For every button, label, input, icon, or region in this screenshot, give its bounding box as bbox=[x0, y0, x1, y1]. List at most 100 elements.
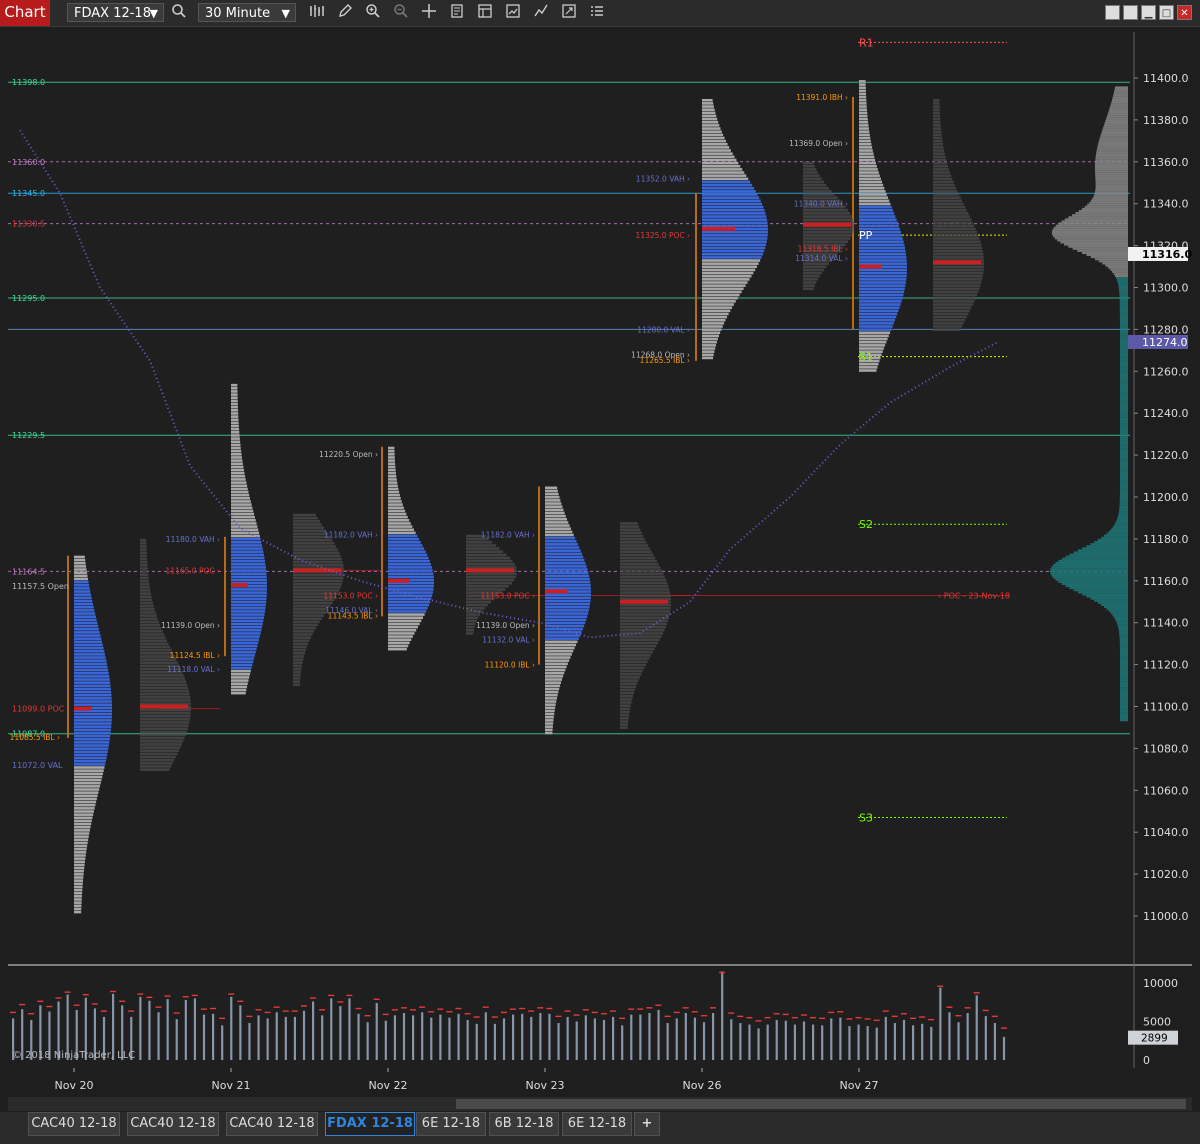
profile-row bbox=[74, 904, 82, 908]
volume-average-dash bbox=[428, 1011, 435, 1013]
profile-row bbox=[388, 531, 416, 535]
profile-row bbox=[231, 424, 239, 428]
profile-row bbox=[859, 208, 893, 212]
developing-profile-row bbox=[466, 550, 504, 554]
volume-bar bbox=[230, 996, 233, 1060]
profile-row bbox=[859, 325, 893, 328]
volume-profile-row bbox=[1120, 423, 1128, 426]
volume-bar bbox=[339, 1006, 342, 1060]
volume-bar bbox=[375, 1003, 378, 1060]
profile-row bbox=[545, 602, 591, 606]
tab-6b[interactable]: 6B 12-18 bbox=[489, 1112, 559, 1136]
volume-bar bbox=[430, 1017, 433, 1060]
profile-row bbox=[859, 120, 869, 124]
price-tick-label: 11240.0 bbox=[1143, 407, 1189, 420]
pivot-label: R1 bbox=[859, 36, 874, 49]
volume-average-dash bbox=[846, 1018, 853, 1020]
zoom-out-icon[interactable] bbox=[390, 3, 412, 23]
profile-row bbox=[388, 506, 404, 510]
maximize-icon[interactable]: □ bbox=[1159, 5, 1174, 20]
profile-row bbox=[231, 453, 242, 456]
volume-profile-row bbox=[1118, 511, 1128, 514]
template-icon[interactable] bbox=[474, 3, 496, 23]
search-icon[interactable] bbox=[168, 3, 190, 23]
profile-row bbox=[545, 596, 591, 600]
close-icon[interactable]: ✕ bbox=[1177, 5, 1192, 20]
profile-row bbox=[231, 597, 267, 601]
bar-chart-icon[interactable] bbox=[306, 3, 328, 23]
crosshair-icon[interactable] bbox=[418, 3, 440, 23]
profile-row bbox=[545, 505, 563, 508]
properties-icon[interactable] bbox=[446, 3, 468, 23]
developing-profile-row bbox=[140, 721, 190, 724]
developing-profile-row bbox=[140, 592, 151, 595]
volume-profile-row bbox=[1118, 287, 1128, 290]
scrollbar-thumb[interactable] bbox=[456, 1099, 1186, 1109]
indicator-icon[interactable] bbox=[530, 3, 552, 23]
volume-profile-row bbox=[1053, 564, 1128, 567]
interval-selector[interactable]: 30 Minute ▼ bbox=[198, 3, 296, 22]
profile-row bbox=[231, 427, 240, 431]
volume-profile-row bbox=[1119, 662, 1128, 665]
profile-row bbox=[545, 624, 585, 628]
tab-cac40-1[interactable]: CAC40 12-18 bbox=[28, 1112, 120, 1136]
profile-row bbox=[859, 174, 880, 177]
volume-profile-row bbox=[1096, 149, 1128, 152]
price-panel-background bbox=[8, 32, 1134, 964]
tab-cac40-3[interactable]: CAC40 12-18 bbox=[226, 1112, 318, 1136]
zoom-in-icon[interactable] bbox=[362, 3, 384, 23]
price-tick-label: 11280.0 bbox=[1143, 323, 1189, 336]
add-tab-button[interactable]: + bbox=[634, 1112, 660, 1136]
developing-profile-row bbox=[933, 303, 973, 306]
volume-average-dash bbox=[64, 991, 71, 993]
tab-fdax[interactable]: FDAX 12-18 bbox=[325, 1112, 415, 1136]
profile-row bbox=[702, 344, 717, 347]
list-icon[interactable] bbox=[586, 3, 608, 23]
chart-panel[interactable]: 11398.0 11360.0 11345.0 11330.5 11295.0 11229… bbox=[0, 26, 1200, 1096]
profile-row bbox=[859, 92, 867, 96]
volume-tick-label: 0 bbox=[1143, 1054, 1150, 1067]
developing-profile-row bbox=[466, 553, 507, 557]
volume-profile-row bbox=[1114, 524, 1128, 527]
instrument-selector[interactable]: FDAX 12-18 ▼ bbox=[67, 3, 164, 22]
volume-profile-row bbox=[1119, 348, 1128, 351]
tab-cac40-2[interactable]: CAC40 12-18 bbox=[127, 1112, 219, 1136]
profile-row bbox=[231, 387, 238, 390]
level-label: 11295.0 bbox=[12, 294, 45, 303]
volume-bar bbox=[784, 1020, 787, 1060]
price-tick-label: 11020.0 bbox=[1143, 868, 1189, 881]
volume-profile-row bbox=[1118, 285, 1128, 288]
volume-profile-row bbox=[1120, 459, 1128, 462]
profile-row bbox=[859, 168, 878, 171]
pencil-icon[interactable] bbox=[334, 3, 356, 23]
developing-profile-row bbox=[933, 243, 982, 247]
restore-icon[interactable] bbox=[1105, 5, 1120, 20]
profile-row bbox=[859, 186, 885, 190]
price-tick-label: 11000.0 bbox=[1143, 910, 1189, 923]
profile-row bbox=[702, 218, 768, 221]
profile-row bbox=[388, 481, 398, 484]
tile-icon[interactable] bbox=[1123, 5, 1138, 20]
volume-profile-row bbox=[1065, 584, 1128, 588]
profile-row bbox=[702, 193, 758, 196]
developing-profile-row bbox=[293, 560, 343, 564]
strategy-icon[interactable] bbox=[502, 3, 524, 23]
developing-profile-row bbox=[803, 287, 814, 291]
volume-average-dash bbox=[955, 1014, 962, 1017]
volume-profile-row bbox=[1119, 302, 1128, 305]
developing-profile-row bbox=[620, 632, 663, 635]
profile-row bbox=[231, 462, 243, 466]
profile-label: 11340.0 VAH › bbox=[794, 200, 848, 209]
volume-average-dash bbox=[737, 1015, 744, 1018]
volume-profile-row bbox=[1119, 461, 1128, 464]
window-icon[interactable] bbox=[558, 3, 580, 23]
tab-6e-1[interactable]: 6E 12-18 bbox=[416, 1112, 486, 1136]
horizontal-scrollbar[interactable] bbox=[8, 1097, 1192, 1111]
profile-row bbox=[545, 495, 560, 499]
volume-profile-row bbox=[1095, 157, 1128, 160]
volume-bar bbox=[793, 1024, 797, 1060]
minimize-icon[interactable]: ▁ bbox=[1141, 5, 1156, 20]
tab-6e-2[interactable]: 6E 12-18 bbox=[562, 1112, 632, 1136]
profile-row bbox=[859, 146, 873, 149]
developing-profile-row bbox=[293, 661, 303, 665]
